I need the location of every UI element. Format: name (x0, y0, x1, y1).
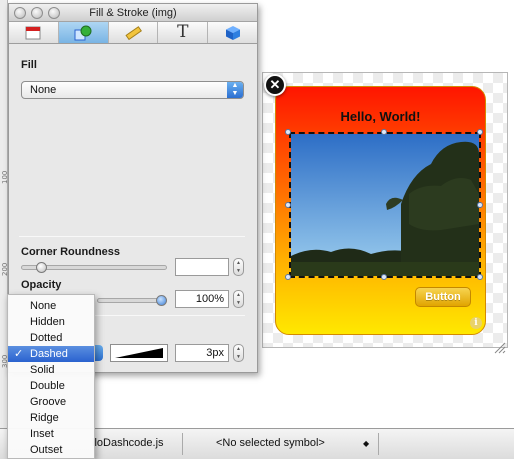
menu-item-label: Ridge (30, 412, 59, 424)
menu-item-label: Inset (30, 428, 54, 440)
text-icon: T (177, 22, 189, 42)
resize-handle[interactable] (285, 202, 291, 208)
menu-item-label: Dashed (30, 348, 68, 360)
menu-item-outset[interactable]: Outset (8, 442, 94, 458)
tab-metrics[interactable] (109, 22, 159, 43)
fill-label: Fill (21, 59, 37, 71)
menu-item-label: None (30, 300, 57, 312)
resize-handle[interactable] (285, 129, 291, 135)
opacity-stepper[interactable]: ▲ ▼ (233, 290, 244, 308)
inspector-toolbar: T (9, 22, 257, 44)
fill-select[interactable]: None ▲ ▼ (21, 81, 244, 99)
menu-item-label: Dotted (30, 332, 63, 344)
tab-text[interactable]: T (158, 22, 209, 43)
stroke-style-menu: None Hidden Dotted ✓ Dashed Solid Double Groove… (7, 294, 95, 459)
widget-title[interactable]: Hello, World! (275, 109, 486, 124)
resize-handle[interactable] (285, 274, 291, 280)
opacity-field[interactable]: 100% (175, 290, 229, 308)
stroke-width-field[interactable]: 3px (175, 344, 229, 362)
ruler-tick-label: 200 (1, 262, 9, 276)
cube-icon (225, 25, 240, 40)
menu-item-label: Outset (30, 444, 63, 456)
menu-item-dotted[interactable]: Dotted (8, 330, 94, 346)
corner-roundness-field[interactable] (175, 258, 229, 276)
menu-item-double[interactable]: Double (8, 378, 94, 394)
ruler-icon (125, 25, 142, 40)
menu-item-label: Solid (30, 364, 55, 376)
corner-roundness-label: Corner Roundness (21, 246, 121, 258)
menu-item-hidden[interactable]: Hidden (8, 314, 94, 330)
current-file-label[interactable]: lloDashcode.js (92, 437, 164, 449)
separator (378, 433, 379, 455)
window-close-button[interactable] (14, 7, 26, 19)
corner-roundness-knob[interactable] (36, 262, 47, 273)
chevron-down-icon: ◆ (363, 439, 370, 448)
menu-item-solid[interactable]: Solid (8, 362, 94, 378)
resize-handle[interactable] (381, 274, 387, 280)
calendar-icon (25, 26, 41, 39)
resize-grip-icon[interactable] (493, 341, 506, 354)
checkmark-icon: ✓ (14, 348, 24, 360)
opacity-knob[interactable] (156, 295, 167, 306)
resize-handle[interactable] (477, 129, 483, 135)
widget-button[interactable]: Button (415, 287, 471, 307)
menu-item-dashed[interactable]: ✓ Dashed (8, 346, 94, 362)
inspector-titlebar[interactable]: Fill & Stroke (img) (9, 4, 257, 22)
menu-item-ridge[interactable]: Ridge (8, 410, 94, 426)
tab-fill-stroke[interactable] (58, 22, 109, 43)
window-minimize-button[interactable] (31, 7, 43, 19)
tab-attributes[interactable] (9, 22, 59, 43)
resize-handle[interactable] (381, 129, 387, 135)
landscape-photo (291, 134, 479, 276)
menu-item-label: Groove (30, 396, 67, 408)
tab-behaviors[interactable] (208, 22, 257, 43)
menu-item-none[interactable]: None (8, 298, 94, 314)
corner-roundness-stepper[interactable]: ▲ ▼ (233, 258, 244, 276)
window-title: Fill & Stroke (img) (89, 7, 177, 19)
info-icon[interactable]: i (470, 317, 482, 329)
window-zoom-button[interactable] (48, 7, 60, 19)
menu-item-label: Double (30, 380, 65, 392)
select-arrows-icon: ▲ ▼ (227, 82, 243, 98)
selected-image[interactable] (289, 132, 481, 278)
close-icon[interactable]: ✕ (264, 74, 286, 96)
stroke-swatch-icon (115, 348, 163, 358)
stroke-width-stepper[interactable]: ▲ ▼ (233, 344, 244, 362)
menu-item-label: Hidden (30, 316, 65, 328)
symbol-popup[interactable]: <No selected symbol> (216, 437, 325, 449)
divider (19, 236, 245, 237)
separator (182, 433, 183, 455)
menu-item-groove[interactable]: Groove (8, 394, 94, 410)
opacity-label: Opacity (21, 279, 62, 291)
ruler-tick-label: 100 (1, 170, 9, 184)
resize-handle[interactable] (477, 202, 483, 208)
stroke-color-well[interactable] (110, 344, 168, 362)
menu-item-inset[interactable]: Inset (8, 426, 94, 442)
fill-stroke-icon (74, 25, 92, 40)
fill-select-value: None (30, 84, 57, 96)
resize-handle[interactable] (477, 274, 483, 280)
